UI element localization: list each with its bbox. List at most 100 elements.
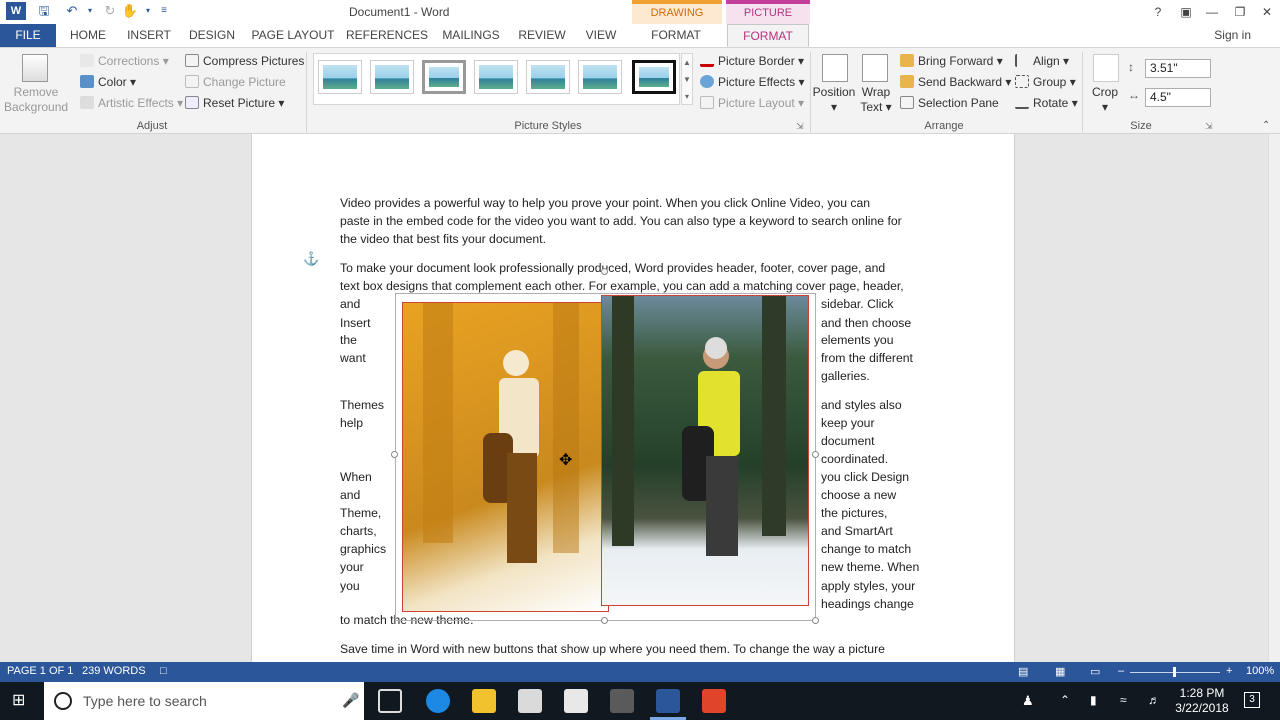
redo-icon[interactable]: ↻ xyxy=(100,2,120,20)
zoom-in-icon[interactable]: + xyxy=(1226,665,1232,677)
shape-width-input[interactable]: 4.5" xyxy=(1145,88,1211,107)
zoom-slider-thumb[interactable] xyxy=(1173,667,1176,677)
resize-handle[interactable] xyxy=(391,451,398,458)
wifi-icon[interactable]: ≈ xyxy=(1120,693,1127,707)
microphone-icon[interactable]: 🎤 xyxy=(342,692,359,709)
wrap-text-right: and styles also xyxy=(821,398,902,412)
show-hidden-icons[interactable]: ⌃ xyxy=(1060,693,1070,707)
tab-file[interactable]: FILE xyxy=(0,24,56,47)
ribbon-display-options-icon[interactable]: ▣ xyxy=(1175,3,1197,21)
selection-pane-button[interactable]: Selection Pane xyxy=(900,94,999,112)
picture-layout-button[interactable]: Picture Layout ▾ xyxy=(700,94,804,112)
picture-style-7[interactable] xyxy=(632,60,676,94)
wrap-text-left: you xyxy=(340,579,360,593)
shape-height-input[interactable]: 3.51" xyxy=(1145,59,1211,78)
crop-button[interactable]: Crop ▾ xyxy=(1086,85,1124,115)
clock-time: 1:28 PM xyxy=(1179,686,1225,700)
page-count[interactable]: PAGE 1 OF 1 xyxy=(7,665,73,677)
corrections-button[interactable]: Corrections ▾ xyxy=(80,52,169,70)
artistic-effects-icon xyxy=(80,96,94,109)
tab-page-layout[interactable]: PAGE LAYOUT xyxy=(250,24,336,47)
compress-pictures-button[interactable]: Compress Pictures xyxy=(185,52,304,70)
change-picture-button[interactable]: Change Picture xyxy=(185,73,286,91)
remove-background-button[interactable]: Remove Background xyxy=(4,85,68,115)
zoom-level[interactable]: 100% xyxy=(1246,665,1274,677)
tab-format-picture[interactable]: FORMAT xyxy=(727,24,809,47)
read-mode-icon[interactable]: ▤ xyxy=(1018,665,1028,678)
touch-mode-icon[interactable]: ✋ xyxy=(120,2,140,20)
file-explorer-icon[interactable] xyxy=(472,689,496,713)
rotate-handle[interactable] xyxy=(601,268,608,275)
align-button[interactable]: Align ▾ xyxy=(1015,52,1069,70)
word-taskbar-icon[interactable] xyxy=(656,689,680,713)
tab-insert[interactable]: INSERT xyxy=(122,24,176,47)
notifications-icon[interactable]: 3 xyxy=(1244,692,1260,708)
picture-style-1[interactable] xyxy=(318,60,362,94)
paragraph-line: paste in the embed code for the video yo… xyxy=(340,214,902,228)
picture-style-6[interactable] xyxy=(578,60,622,94)
vertical-scrollbar[interactable] xyxy=(1268,134,1280,662)
taskbar-search[interactable]: Type here to search 🎤 xyxy=(44,682,364,720)
picture-effects-button[interactable]: Picture Effects ▾ xyxy=(700,73,805,91)
calculator-icon[interactable] xyxy=(610,689,634,713)
tab-view[interactable]: VIEW xyxy=(580,24,622,47)
picture-styles-launcher-icon[interactable]: ⇲ xyxy=(796,121,804,132)
picture-style-2[interactable] xyxy=(370,60,414,94)
resize-handle[interactable] xyxy=(812,617,819,624)
tab-format-drawing[interactable]: FORMAT xyxy=(640,24,712,47)
group-button[interactable]: Group ▾ xyxy=(1015,73,1076,91)
resize-handle[interactable] xyxy=(812,451,819,458)
tab-references[interactable]: REFERENCES xyxy=(346,24,428,47)
wrap-text-button[interactable]: Wrap Text ▾ xyxy=(856,85,896,115)
picture-original[interactable] xyxy=(601,295,809,606)
maximize-icon[interactable]: ❐ xyxy=(1229,3,1251,21)
bring-forward-button[interactable]: Bring Forward ▾ xyxy=(900,52,1003,70)
tab-design[interactable]: DESIGN xyxy=(184,24,240,47)
proofing-icon[interactable]: □ xyxy=(160,665,167,677)
sign-in-link[interactable]: Sign in xyxy=(1214,28,1251,42)
camtasia-icon[interactable] xyxy=(702,689,726,713)
edge-icon[interactable] xyxy=(426,689,450,713)
picture-style-4[interactable] xyxy=(474,60,518,94)
word-count[interactable]: 239 WORDS xyxy=(82,665,146,677)
tab-mailings[interactable]: MAILINGS xyxy=(438,24,504,47)
picture-recolored[interactable] xyxy=(402,302,609,612)
mail-icon[interactable] xyxy=(564,689,588,713)
rotate-button[interactable]: Rotate ▾ xyxy=(1015,94,1078,112)
web-layout-icon[interactable]: ▭ xyxy=(1090,665,1100,678)
save-icon[interactable]: 🖫 xyxy=(34,2,54,20)
battery-icon[interactable]: ▮ xyxy=(1090,693,1097,707)
minimize-icon[interactable]: — xyxy=(1201,3,1223,21)
gallery-scroll-icon[interactable]: ▲ ▼ ▾ xyxy=(681,53,693,105)
zoom-out-icon[interactable]: – xyxy=(1118,665,1124,677)
send-backward-button[interactable]: Send Backward ▾ xyxy=(900,73,1011,91)
help-button[interactable]: ? xyxy=(1147,3,1169,21)
volume-icon[interactable]: ♬ xyxy=(1148,693,1160,707)
size-launcher-icon[interactable]: ⇲ xyxy=(1205,121,1213,132)
tab-review[interactable]: REVIEW xyxy=(514,24,570,47)
picture-border-button[interactable]: Picture Border ▾ xyxy=(700,52,804,70)
reset-picture-button[interactable]: Reset Picture ▾ xyxy=(185,94,284,112)
undo-dropdown-icon[interactable]: ▾ xyxy=(80,2,100,20)
print-layout-icon[interactable]: ▦ xyxy=(1055,665,1065,678)
resize-handle[interactable] xyxy=(601,617,608,624)
wrap-text-left: Themes xyxy=(340,398,385,412)
color-button[interactable]: Color ▾ xyxy=(80,73,136,91)
system-clock[interactable]: 1:28 PM 3/22/2018 xyxy=(1170,686,1234,716)
start-icon[interactable]: ⊞ xyxy=(12,693,30,709)
undo-icon[interactable]: ↶ xyxy=(62,2,82,20)
position-button[interactable]: Position ▾ xyxy=(810,85,858,115)
store-icon[interactable] xyxy=(518,689,542,713)
picture-style-5[interactable] xyxy=(526,60,570,94)
picture-style-3[interactable] xyxy=(422,60,466,94)
group-separator xyxy=(1082,52,1083,132)
close-icon[interactable]: ✕ xyxy=(1256,3,1278,21)
people-icon[interactable]: ♟ xyxy=(1022,693,1034,709)
word-app-icon[interactable]: W xyxy=(6,2,26,20)
customize-qat-icon[interactable]: ≡ xyxy=(154,2,174,20)
word-window: W 🖫 ↶ ▾ ↻ ✋ ▾ ≡ Document1 - Word DRAWING… xyxy=(0,0,1280,720)
task-view-icon[interactable] xyxy=(378,689,402,713)
tab-home[interactable]: HOME xyxy=(62,24,114,47)
collapse-ribbon-icon[interactable]: ⌃ xyxy=(1262,120,1270,131)
artistic-effects-button[interactable]: Artistic Effects ▾ xyxy=(80,94,183,112)
